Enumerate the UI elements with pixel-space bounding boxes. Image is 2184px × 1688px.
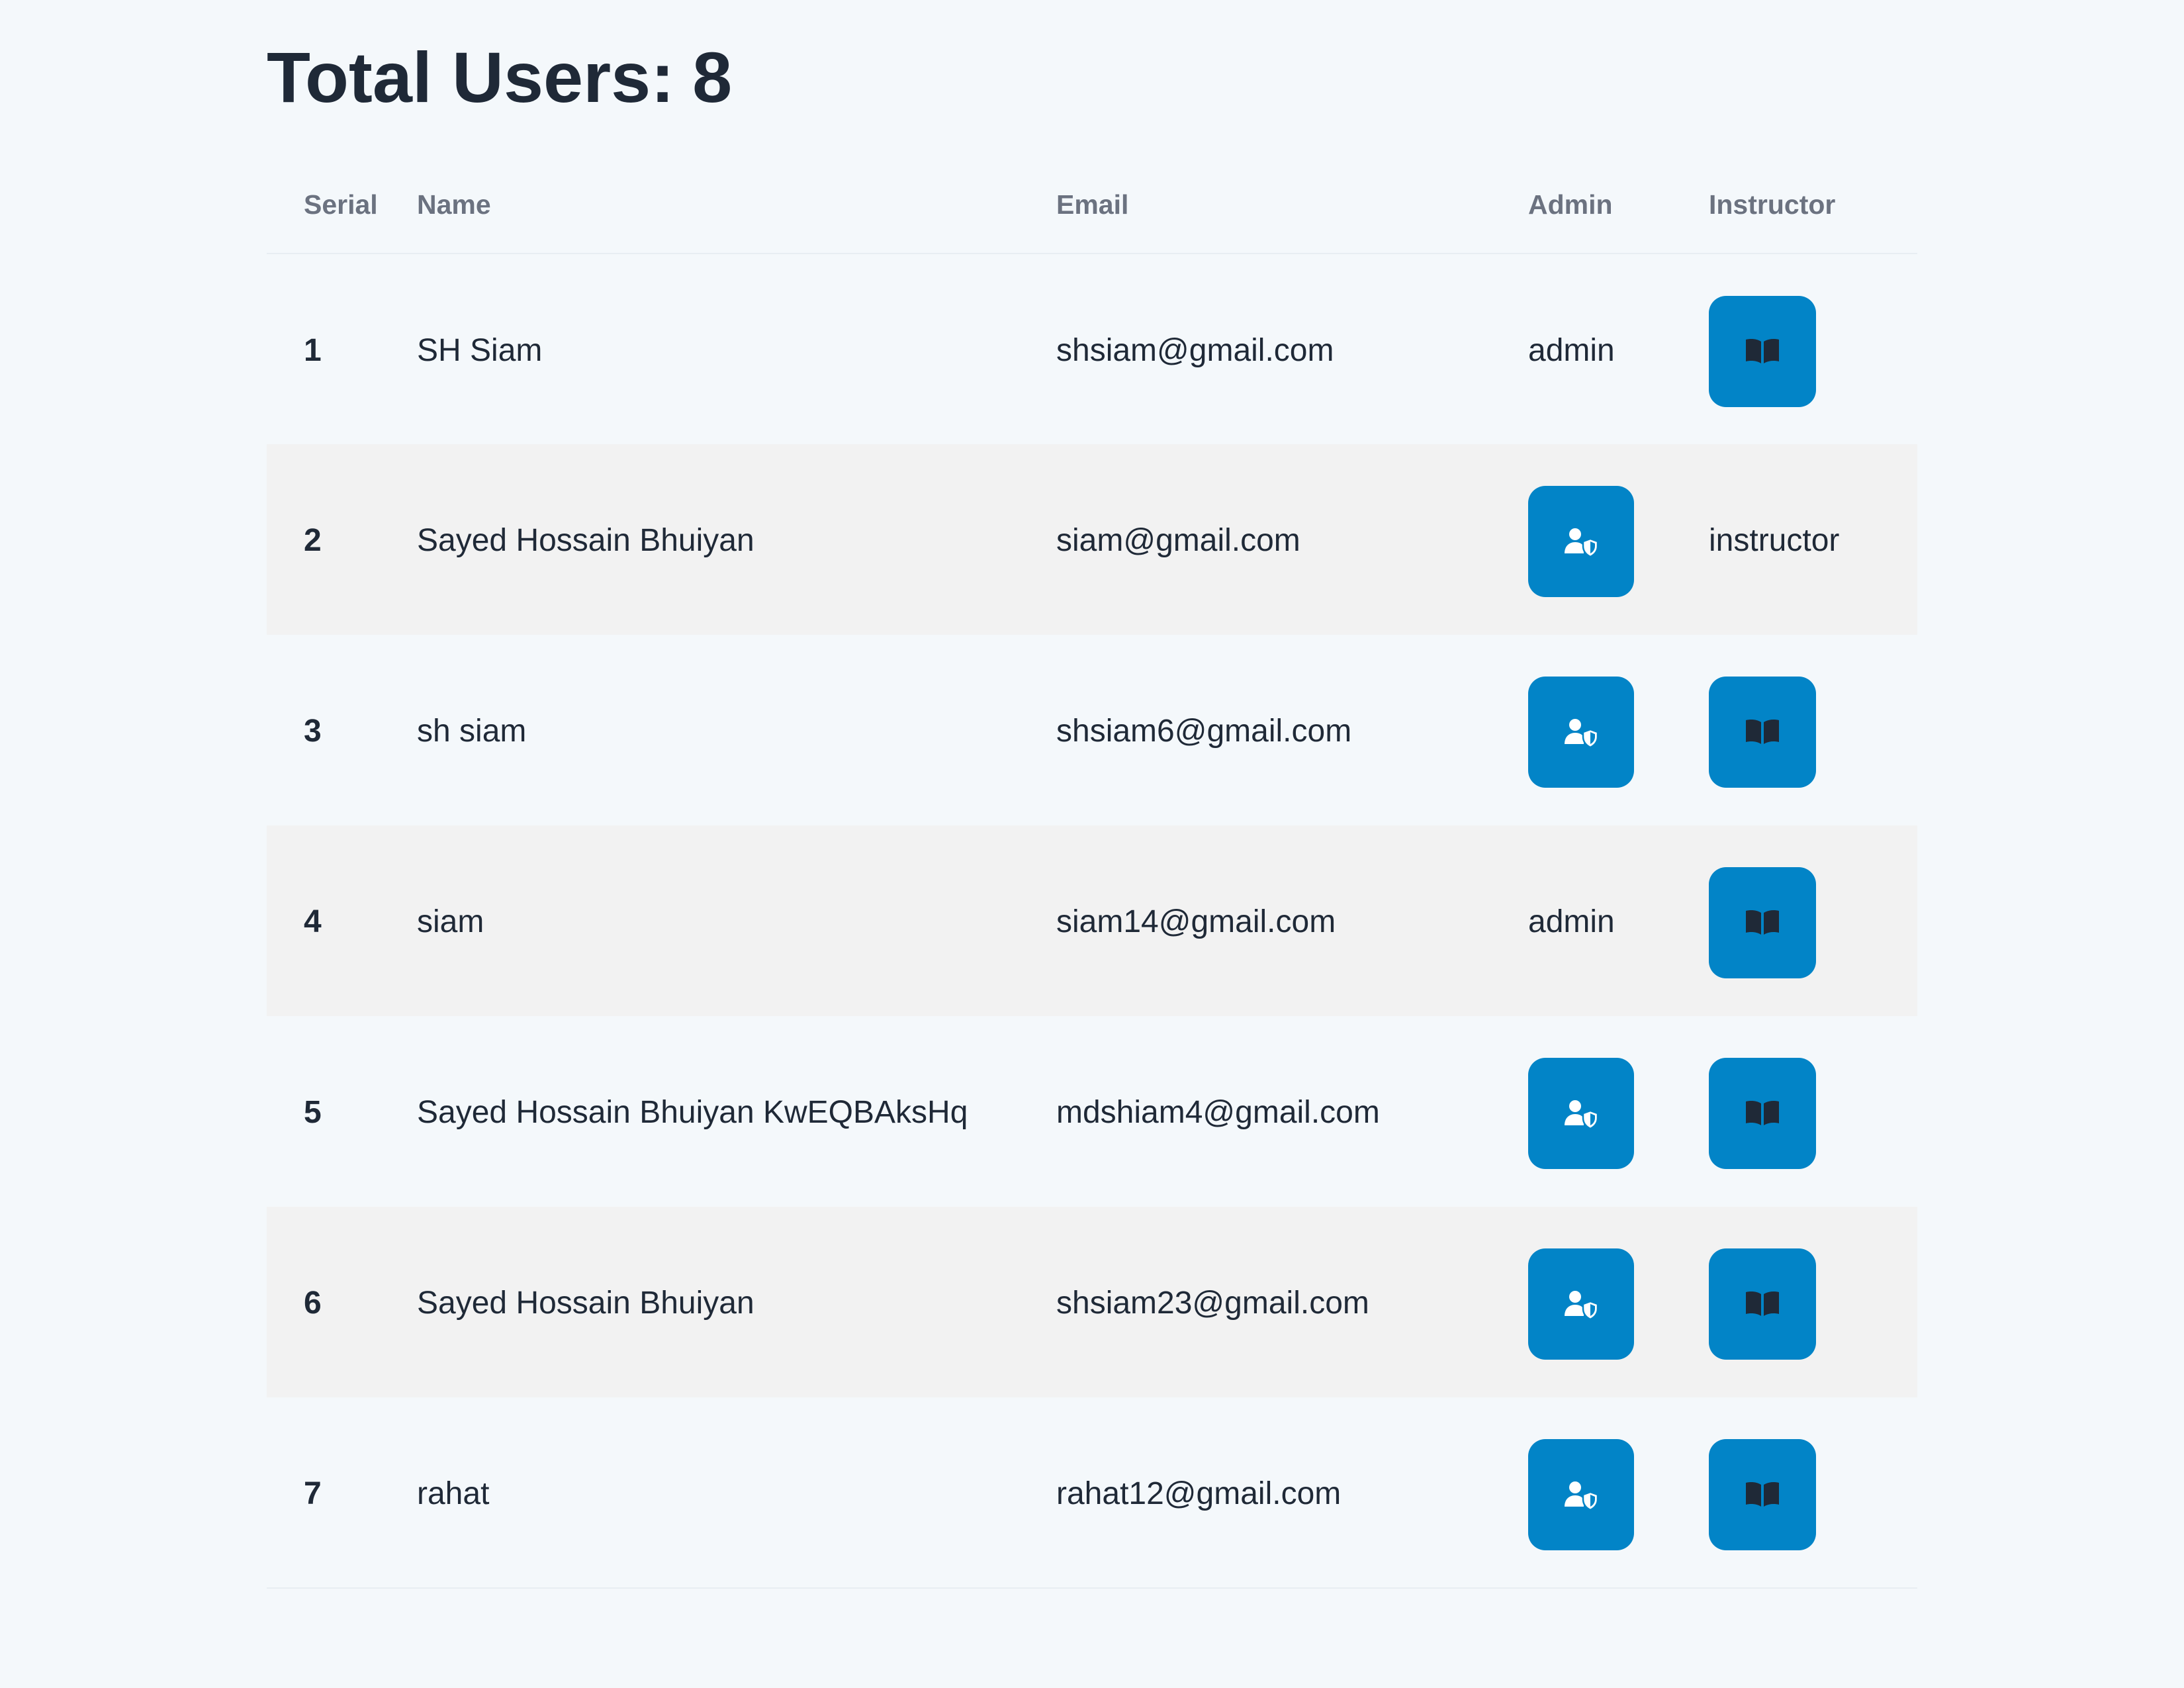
row-email: siam@gmail.com <box>1056 523 1300 558</box>
row-admin-role: admin <box>1528 333 1615 368</box>
row-instructor-role: instructor <box>1709 523 1840 558</box>
table-body: 1 SH Siam shsiam@gmail.com admin 2 Sayed Hos… <box>267 254 1917 1589</box>
row-email: shsiam6@gmail.com <box>1056 714 1352 749</box>
row-name: rahat <box>417 1397 1056 1589</box>
book-open-icon <box>1746 720 1779 744</box>
row-admin-action <box>1528 1207 1709 1397</box>
table-header: Serial Name Email Admin Instructor <box>267 156 1917 254</box>
book-open-icon <box>1746 338 1779 363</box>
row-instructor-action <box>1709 635 1917 825</box>
table-header-row: Serial Name Email Admin Instructor <box>267 156 1917 254</box>
make-admin-button[interactable] <box>1528 486 1634 597</box>
table-row: 3 sh siam shsiam6@gmail.com <box>267 635 1917 825</box>
row-serial: 7 <box>267 1397 417 1589</box>
row-serial: 6 <box>304 1286 322 1321</box>
book-open-icon <box>1746 910 1779 935</box>
user-shield-icon <box>1565 1481 1598 1511</box>
make-admin-button[interactable] <box>1528 1438 1634 1550</box>
make-instructor-button[interactable] <box>1709 1438 1816 1550</box>
user-shield-icon <box>1565 719 1598 748</box>
row-name: Sayed Hossain Bhuiyan <box>417 523 754 558</box>
row-instructor-action <box>1709 1016 1917 1207</box>
row-name: sh siam <box>417 714 527 749</box>
users-table: Serial Name Email Admin Instructor 1 SH S… <box>267 156 1917 1589</box>
row-name: Sayed Hossain Bhuiyan KwEQBAksHq <box>417 1095 968 1130</box>
row-email: shsiam@gmail.com <box>1056 333 1334 368</box>
make-instructor-button[interactable] <box>1709 295 1816 407</box>
table-row: 6 Sayed Hossain Bhuiyan shsiam23@gmail.com <box>267 1207 1917 1397</box>
row-email: rahat12@gmail.com <box>1056 1397 1528 1589</box>
table-row: 5 Sayed Hossain Bhuiyan KwEQBAksHq mdshiam… <box>267 1016 1917 1207</box>
row-admin-action <box>1528 444 1709 635</box>
row-email: siam14@gmail.com <box>1056 904 1336 939</box>
book-open-icon <box>1746 1481 1779 1507</box>
table-row: 2 Sayed Hossain Bhuiyan siam@gmail.com ins… <box>267 444 1917 635</box>
row-serial: 4 <box>304 904 322 939</box>
column-header-admin: Admin <box>1528 156 1709 254</box>
user-shield-icon <box>1565 528 1598 557</box>
row-email: mdshiam4@gmail.com <box>1056 1095 1380 1130</box>
row-serial: 1 <box>304 333 322 368</box>
page-title: Total Users: 8 <box>267 34 732 120</box>
column-header-name: Name <box>417 156 1056 254</box>
column-header-email: Email <box>1056 156 1528 254</box>
row-admin-action <box>1528 635 1709 825</box>
table-row: 7 rahat rahat12@gmail.com <box>267 1397 1917 1589</box>
make-instructor-button[interactable] <box>1709 867 1816 978</box>
book-open-icon <box>1746 1101 1779 1125</box>
make-instructor-button[interactable] <box>1709 677 1816 788</box>
row-admin-action <box>1528 1016 1709 1207</box>
row-name: siam <box>417 904 484 939</box>
row-name: Sayed Hossain Bhuiyan <box>417 1286 754 1321</box>
row-admin-role: admin <box>1528 904 1615 939</box>
make-instructor-button[interactable] <box>1709 1248 1816 1360</box>
row-instructor-action <box>1709 254 1917 444</box>
make-instructor-button[interactable] <box>1709 1058 1816 1169</box>
book-open-icon <box>1746 1291 1779 1316</box>
title-label: Total Users: <box>267 37 675 117</box>
user-shield-icon <box>1565 1100 1598 1129</box>
row-instructor-action <box>1709 1397 1917 1589</box>
make-admin-button[interactable] <box>1528 677 1634 788</box>
row-instructor-action <box>1709 1207 1917 1397</box>
column-header-instructor: Instructor <box>1709 156 1917 254</box>
row-serial: 5 <box>304 1095 322 1130</box>
row-instructor-action <box>1709 825 1917 1016</box>
total-users-count: 8 <box>692 37 733 117</box>
row-email: shsiam23@gmail.com <box>1056 1286 1369 1321</box>
table-row: 1 SH Siam shsiam@gmail.com admin <box>267 254 1917 444</box>
user-shield-icon <box>1565 1291 1598 1320</box>
row-name: SH Siam <box>417 333 543 368</box>
table-row: 4 siam siam14@gmail.com admin <box>267 825 1917 1016</box>
row-admin-action <box>1528 1397 1709 1589</box>
make-admin-button[interactable] <box>1528 1058 1634 1169</box>
row-serial: 3 <box>304 714 322 749</box>
make-admin-button[interactable] <box>1528 1248 1634 1360</box>
column-header-serial: Serial <box>267 156 417 254</box>
row-serial: 2 <box>304 523 322 558</box>
manage-users-page: Total Users: 8 Serial Name Email Admin In… <box>0 0 2184 1688</box>
